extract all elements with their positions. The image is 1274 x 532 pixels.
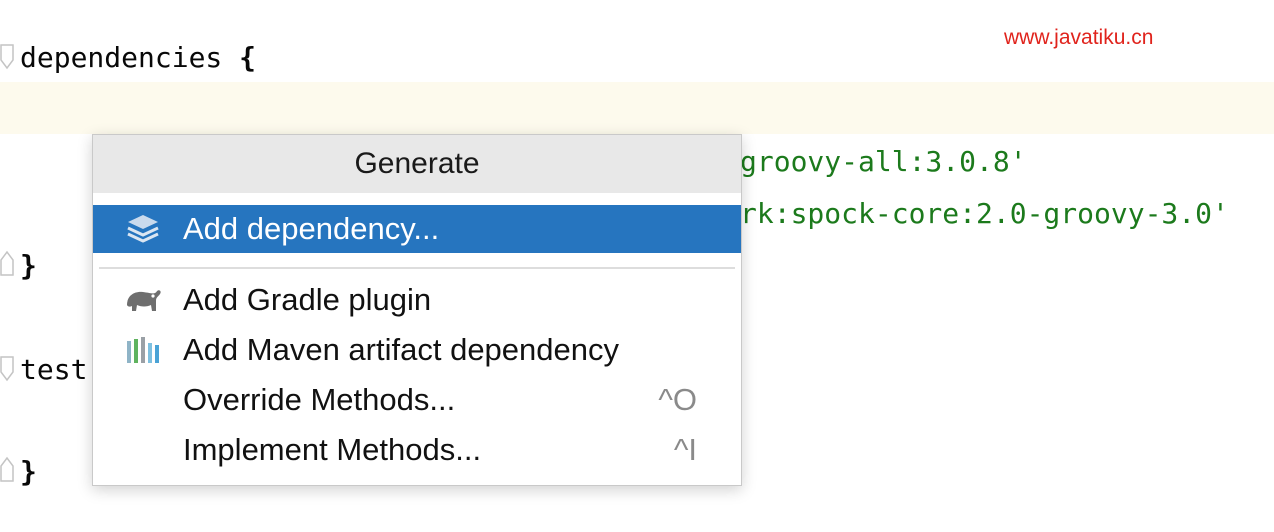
code-line-test[interactable]: test [20, 354, 87, 386]
menu-item-label: Add dependency... [183, 211, 440, 246]
fold-close-icon[interactable] [0, 456, 14, 482]
fold-open-icon[interactable] [0, 44, 14, 70]
fold-open-icon[interactable] [0, 356, 14, 382]
close-brace[interactable]: } [20, 250, 37, 282]
code-line-spock[interactable]: rk:spock-core:2.0-groovy-3.0' [740, 198, 1229, 230]
shortcut-label: ^I [673, 432, 697, 467]
menu-item-add-maven-artifact[interactable]: Add Maven artifact dependency [93, 326, 741, 374]
code-line-groovy[interactable]: groovy-all:3.0.8' [740, 146, 1027, 178]
layers-icon [123, 209, 163, 249]
keyword-dependencies: dependencies [20, 41, 223, 74]
menu-item-label: Implement Methods... [183, 432, 482, 467]
current-line-highlight [0, 82, 1274, 134]
close-brace[interactable]: } [20, 456, 37, 488]
shortcut-label: ^O [658, 382, 697, 417]
menu-item-label: Override Methods... [183, 382, 456, 417]
menu-item-label: Add Maven artifact dependency [183, 332, 619, 367]
popup-title: Generate [93, 135, 741, 193]
menu-item-label: Add Gradle plugin [183, 282, 432, 317]
fold-close-icon[interactable] [0, 250, 14, 276]
open-brace: { [239, 41, 257, 74]
watermark: www.javatiku.cn [1004, 26, 1154, 49]
menu-item-implement-methods[interactable]: Implement Methods... ^I [93, 426, 741, 474]
generate-popup: Generate Add dependency... Add Gradle pl… [92, 134, 742, 486]
code-line-dependencies[interactable]: dependencies { [20, 42, 256, 74]
maven-bars-icon [123, 330, 163, 370]
menu-item-add-gradle-plugin[interactable]: Add Gradle plugin [93, 276, 741, 324]
menu-item-add-dependency[interactable]: Add dependency... [93, 205, 741, 253]
gradle-elephant-icon [123, 280, 163, 320]
menu-item-override-methods[interactable]: Override Methods... ^O [93, 376, 741, 424]
menu-separator [99, 267, 735, 269]
